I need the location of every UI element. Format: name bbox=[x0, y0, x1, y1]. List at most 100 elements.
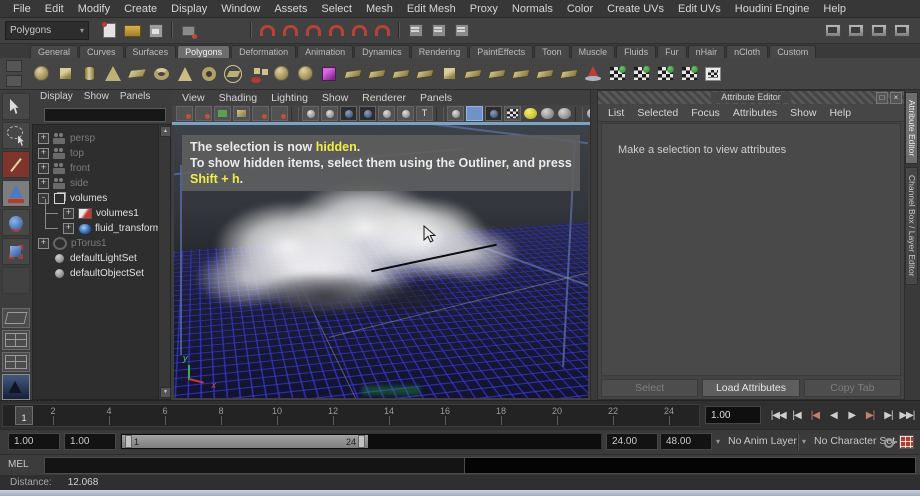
outliner-item[interactable]: side bbox=[33, 176, 170, 191]
tool-button[interactable] bbox=[1, 238, 30, 265]
expander-icon[interactable] bbox=[38, 133, 49, 144]
playback-end-field[interactable]: 24.00 bbox=[606, 433, 658, 450]
attribute-editor-menu-item[interactable]: Selected bbox=[637, 107, 678, 119]
status-icon[interactable] bbox=[280, 20, 301, 41]
status-icon[interactable] bbox=[451, 20, 472, 41]
viewport-toolbar-icon[interactable] bbox=[233, 106, 250, 121]
expander-icon[interactable] bbox=[38, 238, 49, 249]
menu-item[interactable]: Display bbox=[164, 2, 214, 16]
shelf-tab[interactable]: PaintEffects bbox=[469, 45, 534, 58]
status-icon[interactable] bbox=[178, 20, 199, 41]
attribute-editor-button[interactable]: Copy Tab bbox=[803, 379, 901, 397]
layout-button[interactable] bbox=[1, 352, 30, 372]
shelf-tab[interactable]: Fur bbox=[657, 45, 687, 58]
shelf-tab[interactable]: Polygons bbox=[177, 45, 231, 58]
viewport-toolbar-icon[interactable] bbox=[485, 106, 502, 121]
menu-item[interactable]: Select bbox=[314, 2, 359, 16]
viewport-toolbar-icon[interactable] bbox=[252, 106, 269, 121]
outliner-item[interactable]: defaultLightSet bbox=[33, 251, 170, 266]
shelf-icon[interactable] bbox=[198, 61, 220, 87]
shelf-icon[interactable] bbox=[318, 61, 340, 87]
expander-icon[interactable] bbox=[38, 163, 49, 174]
shelf-icon[interactable] bbox=[78, 61, 100, 87]
scroll-up-icon[interactable]: ▲ bbox=[160, 126, 171, 137]
viewport-toolbar-icon[interactable] bbox=[504, 106, 521, 121]
status-icon[interactable] bbox=[145, 20, 166, 41]
shelf-icon[interactable] bbox=[462, 61, 484, 87]
viewport-menu-item[interactable]: Panels bbox=[420, 92, 452, 104]
playback-button[interactable]: ▶▶| bbox=[898, 410, 916, 421]
shelf-icon[interactable] bbox=[270, 61, 292, 87]
shelf-tab[interactable]: nHair bbox=[687, 45, 726, 58]
status-icon[interactable] bbox=[326, 20, 347, 41]
playback-button[interactable]: ▶| bbox=[879, 410, 897, 421]
viewport-menu-item[interactable]: Show bbox=[322, 92, 348, 104]
viewport-menu-item[interactable]: Shading bbox=[219, 92, 258, 104]
playback-start-field[interactable]: 1.00 bbox=[64, 433, 116, 450]
menu-item[interactable]: Window bbox=[214, 2, 267, 16]
viewport-menu-item[interactable]: Lighting bbox=[271, 92, 308, 104]
render-icon[interactable] bbox=[868, 20, 889, 41]
menu-item[interactable]: Assets bbox=[267, 2, 314, 16]
status-icon[interactable] bbox=[247, 20, 255, 40]
menu-item[interactable]: Edit UVs bbox=[671, 2, 728, 16]
attribute-editor-menu-item[interactable]: Show bbox=[790, 107, 816, 119]
tool-button[interactable] bbox=[1, 209, 30, 236]
window-button-icon[interactable]: □ bbox=[876, 92, 888, 104]
range-start-handle[interactable] bbox=[125, 435, 132, 448]
shelf-icon[interactable] bbox=[366, 61, 388, 87]
menu-item[interactable]: Normals bbox=[505, 2, 560, 16]
shelf-icon[interactable] bbox=[630, 61, 652, 87]
menu-item[interactable]: Edit bbox=[38, 2, 71, 16]
shelf-icon[interactable] bbox=[534, 61, 556, 87]
animation-end-field[interactable]: 48.00 bbox=[660, 433, 712, 450]
menu-item[interactable]: Modify bbox=[71, 2, 117, 16]
perspective-viewport[interactable]: View Shading Lighting Show Renderer Panels bbox=[172, 90, 683, 400]
outliner-item[interactable]: persp bbox=[33, 131, 170, 146]
outliner-menu-item[interactable]: Show bbox=[84, 91, 109, 105]
tool-button[interactable] bbox=[1, 151, 30, 178]
attribute-editor-menu-item[interactable]: List bbox=[608, 107, 624, 119]
shelf-tab[interactable]: General bbox=[30, 45, 79, 58]
viewport-toolbar-icon[interactable] bbox=[557, 107, 572, 120]
status-icon[interactable] bbox=[224, 20, 245, 41]
expander-icon[interactable] bbox=[63, 208, 74, 219]
sidebar-tab[interactable]: Attribute Editor bbox=[905, 92, 918, 165]
auto-keyframe-icon[interactable] bbox=[899, 435, 914, 449]
viewport-toolbar-icon[interactable] bbox=[291, 106, 299, 121]
shelf-tab[interactable]: Deformation bbox=[231, 45, 297, 58]
anim-layer-selector[interactable]: No Anim Layer bbox=[728, 435, 797, 447]
shelf-icon[interactable] bbox=[654, 61, 676, 87]
status-icon[interactable] bbox=[372, 20, 393, 41]
viewport-toolbar-icon[interactable] bbox=[540, 107, 555, 120]
layout-button[interactable] bbox=[1, 330, 30, 350]
viewport-canvas[interactable]: The selection is now hidden. To show hid… bbox=[174, 125, 588, 398]
shelf-icon[interactable] bbox=[342, 61, 364, 87]
playback-button[interactable]: ◀ bbox=[824, 410, 842, 421]
range-end-handle[interactable] bbox=[358, 435, 365, 448]
outliner-item[interactable]: fluid_transform bbox=[33, 214, 170, 236]
viewport-toolbar-icon[interactable] bbox=[523, 107, 538, 120]
shelf-icon[interactable] bbox=[582, 61, 604, 87]
shelf-switcher[interactable] bbox=[6, 60, 22, 87]
viewport-toolbar-icon[interactable] bbox=[466, 106, 483, 121]
range-slider-track[interactable]: 1 24 bbox=[120, 433, 602, 450]
status-icon[interactable] bbox=[395, 20, 403, 40]
animation-start-field[interactable]: 1.00 bbox=[8, 433, 60, 450]
viewport-toolbar-icon[interactable] bbox=[214, 106, 231, 121]
tool-button[interactable] bbox=[1, 267, 30, 294]
layout-button[interactable] bbox=[1, 308, 30, 328]
playback-button[interactable]: |◀◀ bbox=[769, 410, 787, 421]
status-icon[interactable] bbox=[201, 20, 222, 41]
shelf-tab[interactable]: Curves bbox=[79, 45, 124, 58]
outliner-item[interactable]: top bbox=[33, 146, 170, 161]
menu-item[interactable]: Proxy bbox=[463, 2, 505, 16]
expander-icon[interactable] bbox=[38, 148, 49, 159]
shelf-tab[interactable]: Dynamics bbox=[354, 45, 410, 58]
shelf-tab[interactable]: Animation bbox=[297, 45, 354, 58]
status-icon[interactable] bbox=[99, 20, 120, 41]
viewport-toolbar-icon[interactable] bbox=[302, 106, 319, 121]
render-icon[interactable] bbox=[845, 20, 866, 41]
expander-icon[interactable] bbox=[38, 178, 49, 189]
shelf-icon[interactable] bbox=[390, 61, 412, 87]
